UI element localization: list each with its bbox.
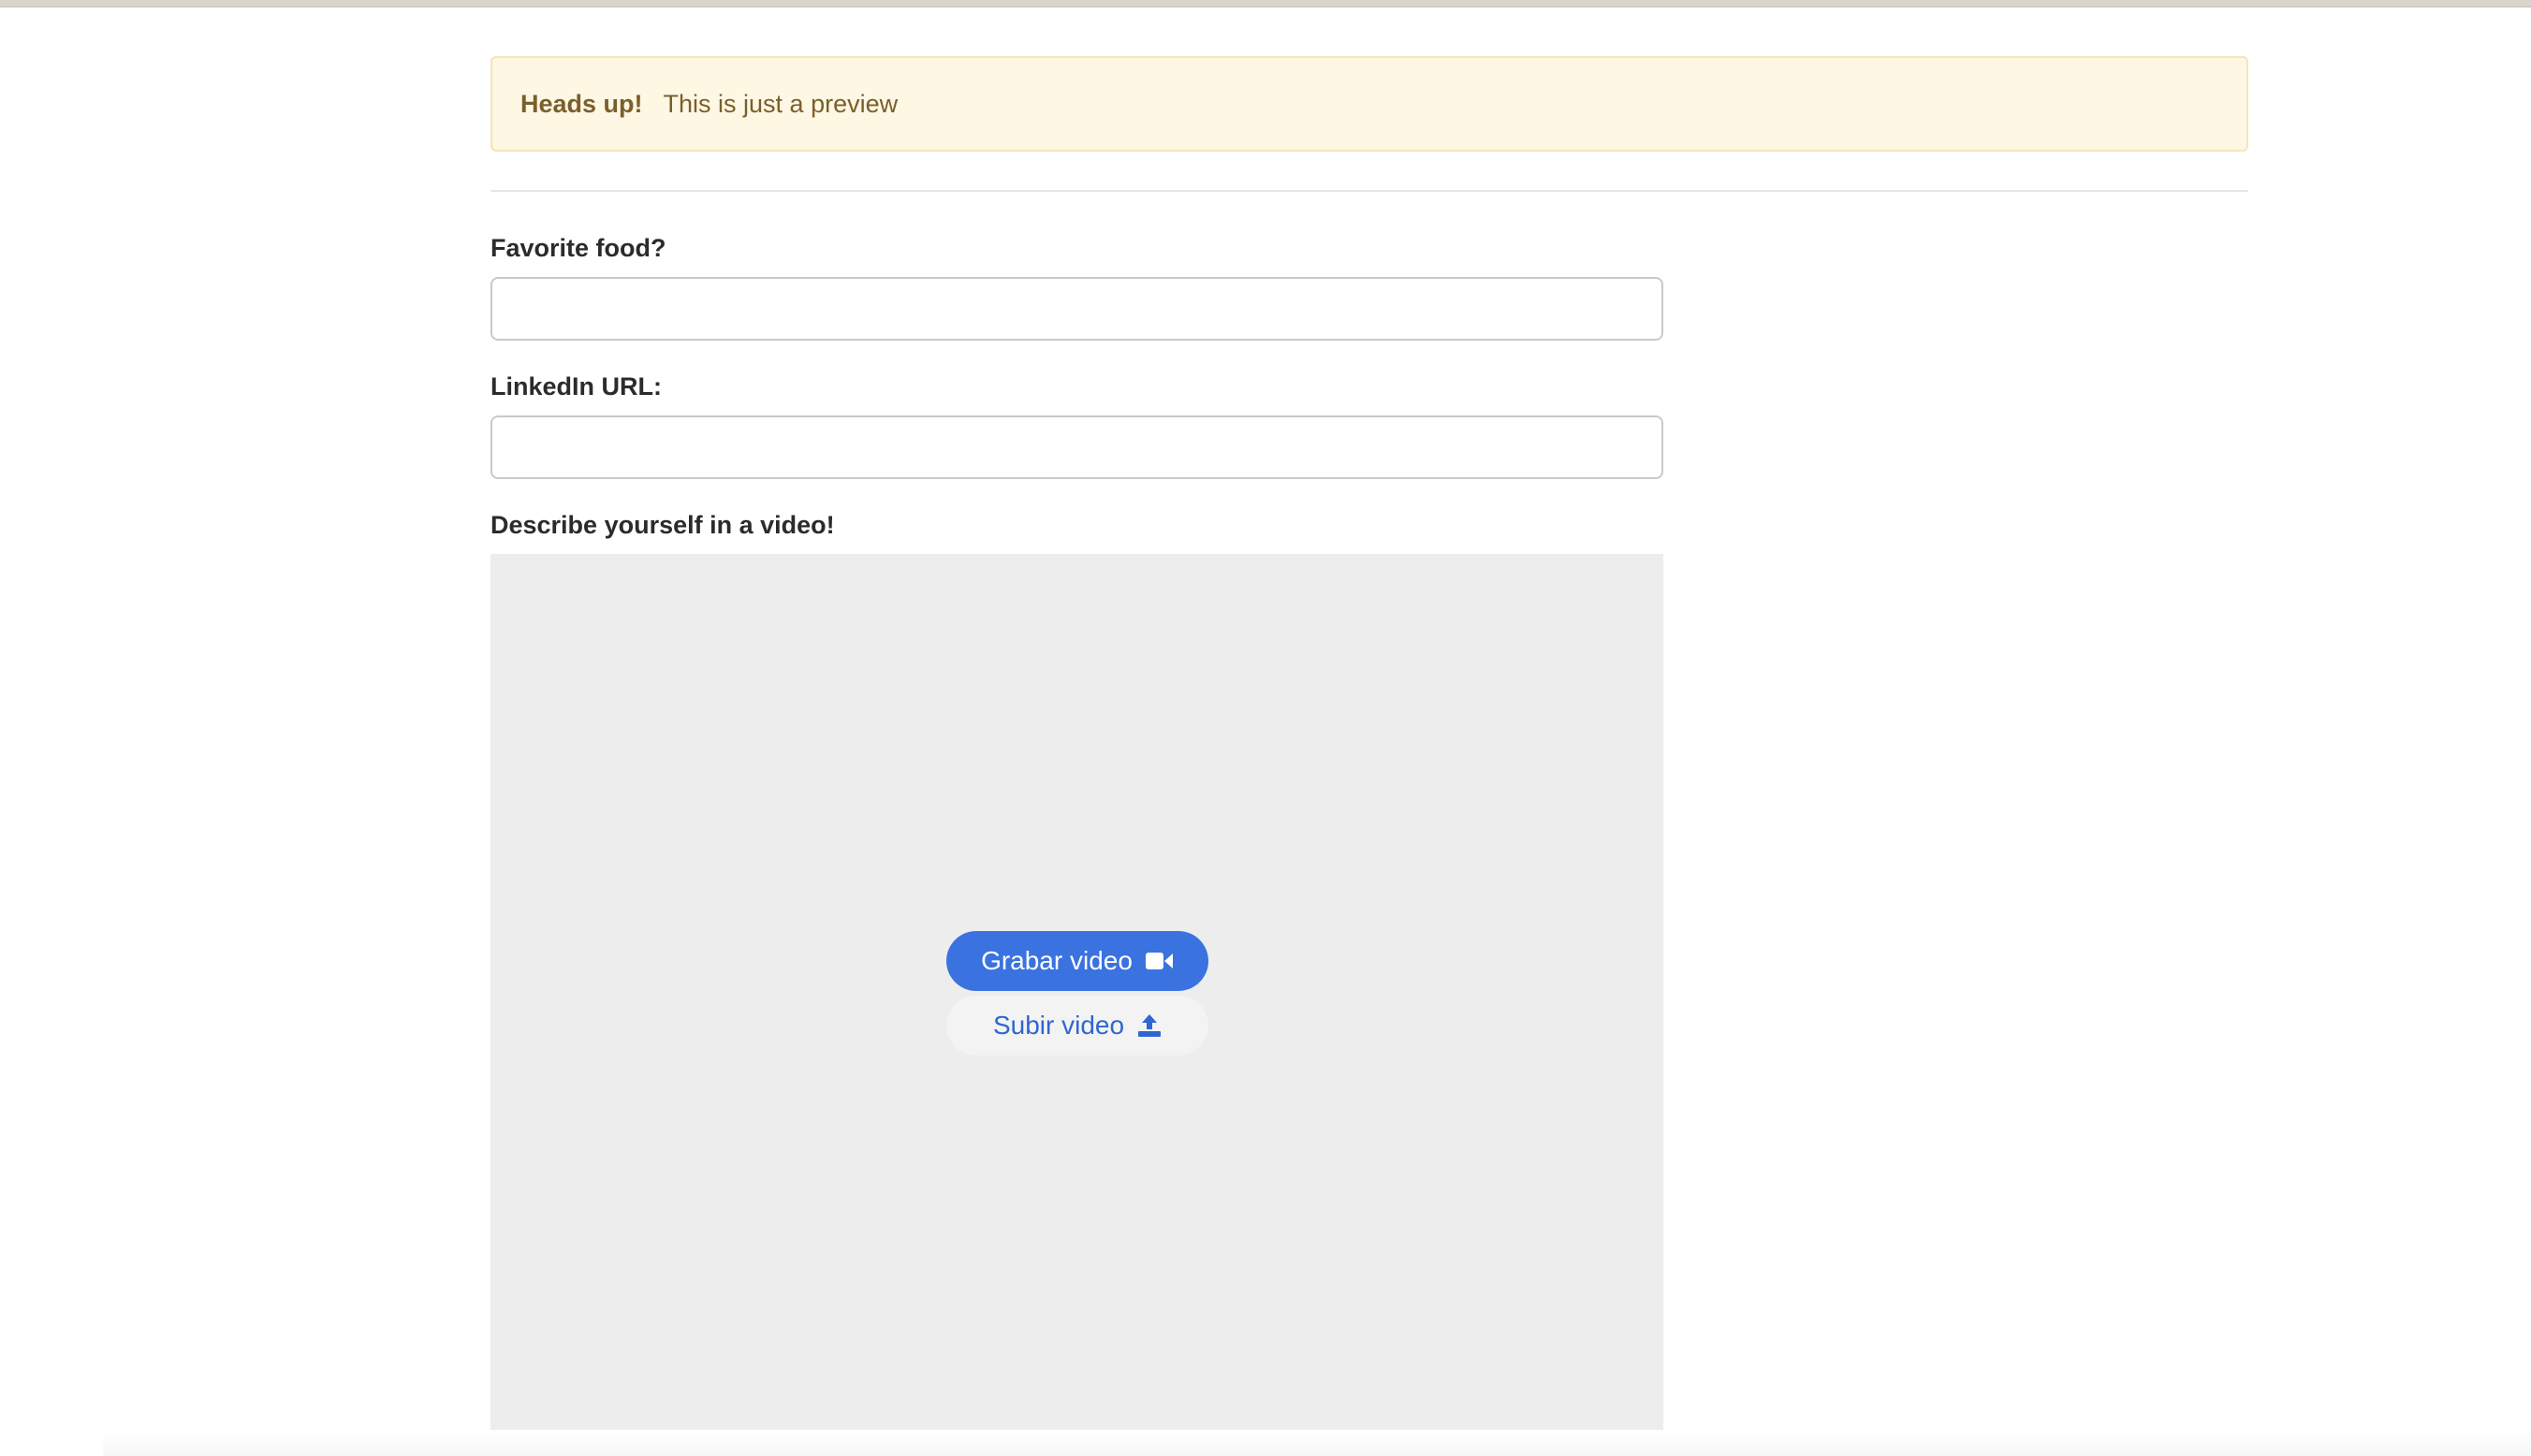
favorite-food-label: Favorite food? <box>490 234 666 262</box>
video-question-label: Describe yourself in a video! <box>490 511 835 539</box>
top-border <box>0 0 2531 7</box>
alert-strong: Heads up! <box>520 89 643 118</box>
preview-alert: Heads up! This is just a preview <box>490 56 2248 152</box>
record-video-label: Grabar video <box>981 946 1133 975</box>
alert-message: This is just a preview <box>663 89 899 118</box>
page-bottom-shade <box>103 1430 2531 1456</box>
upload-icon <box>1137 1013 1162 1038</box>
favorite-food-input[interactable] <box>490 277 1663 341</box>
linkedin-url-label: LinkedIn URL: <box>490 372 662 400</box>
upload-video-label: Subir video <box>992 1011 1125 1040</box>
video-recorder-area <box>490 554 1663 1434</box>
video-camera-icon <box>1145 951 1174 971</box>
divider <box>490 190 2248 192</box>
record-video-button[interactable]: Grabar video <box>946 931 1208 991</box>
linkedin-url-input[interactable] <box>490 415 1663 479</box>
upload-video-button[interactable]: Subir video <box>946 996 1208 1056</box>
